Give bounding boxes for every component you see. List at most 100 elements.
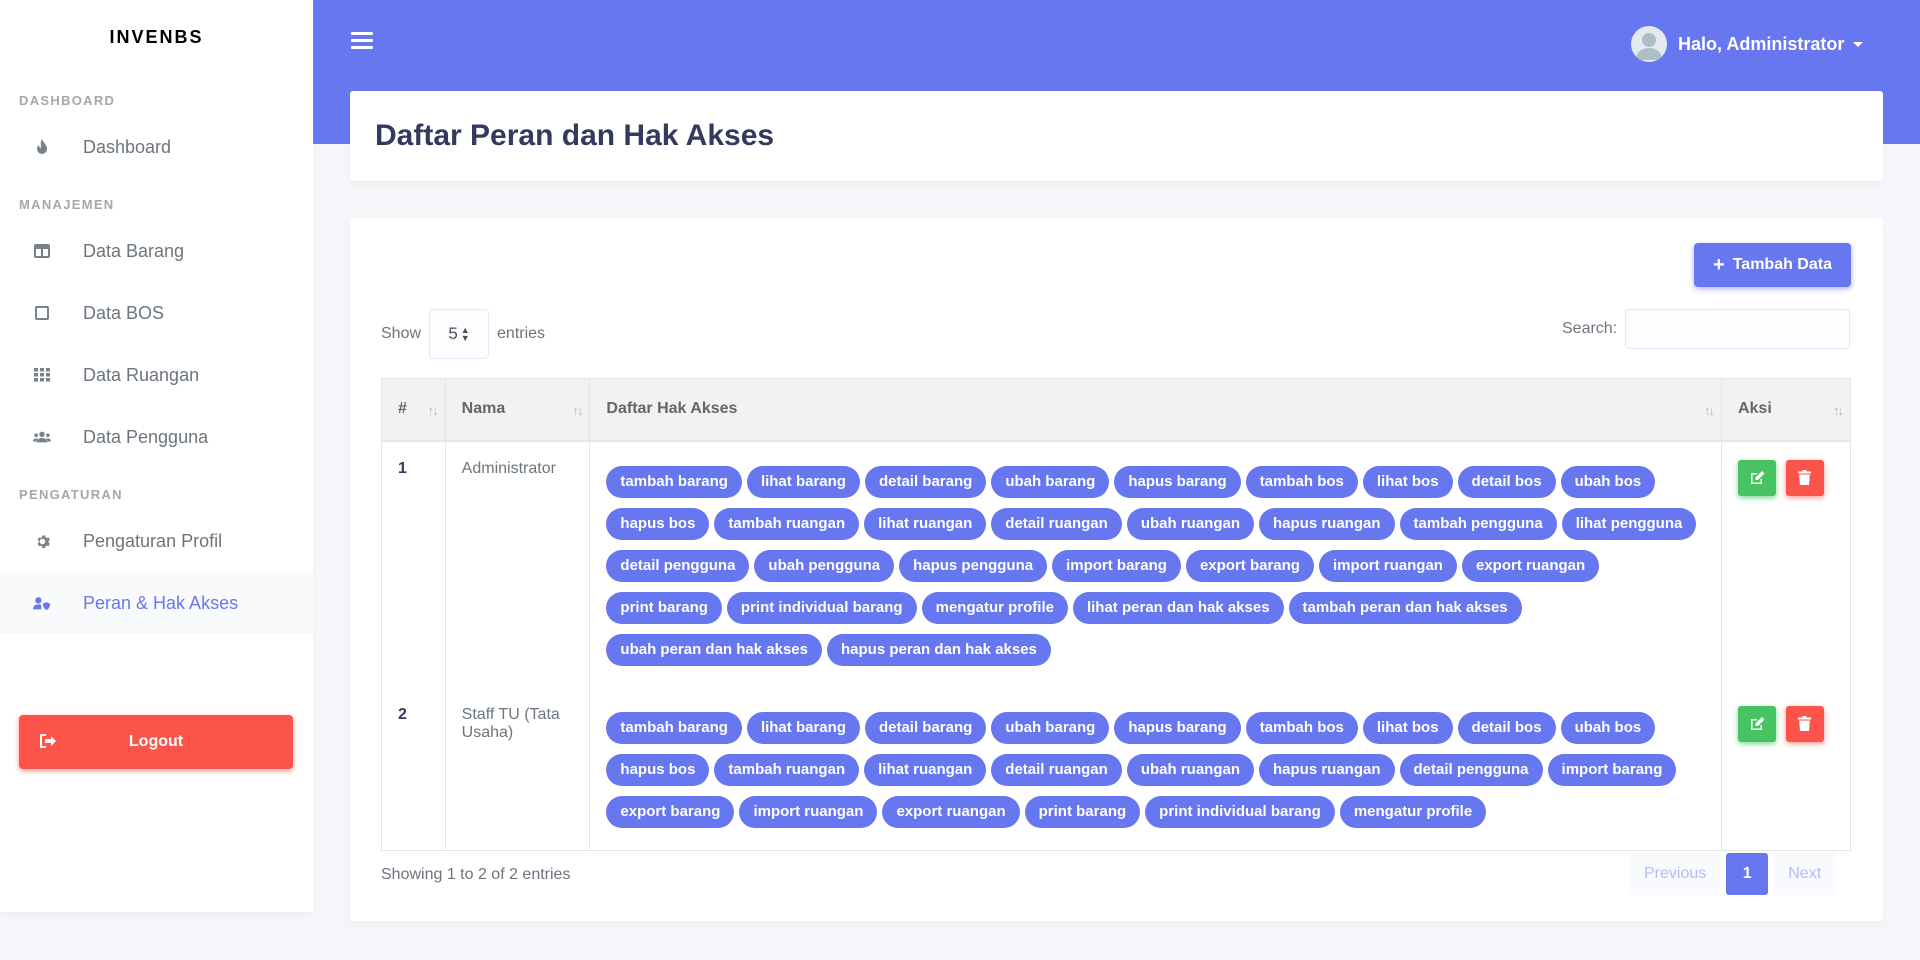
search-control: Search: — [1562, 309, 1851, 349]
permission-badge: tambah bos — [1245, 711, 1358, 744]
actions-cell — [1720, 687, 1852, 851]
table-row: 2 Staff TU (Tata Usaha) tambah barang lih… — [381, 687, 1852, 851]
plus-icon: + — [1713, 254, 1725, 276]
sidebar-item-pengaturan-profil[interactable]: Pengaturan Profil — [0, 510, 313, 572]
actions-cell — [1720, 440, 1852, 688]
edit-button[interactable] — [1737, 459, 1776, 496]
permission-badge: ubah peran dan hak akses — [606, 633, 822, 666]
permission-badge: print barang — [1024, 795, 1141, 828]
user-shield-icon — [33, 594, 51, 612]
brand-logo[interactable]: INVENBS — [0, 0, 313, 74]
delete-button[interactable] — [1785, 705, 1824, 742]
permission-badge: lihat pengguna — [1561, 507, 1697, 540]
column-header-nama[interactable]: Nama ↑↓ — [444, 378, 591, 442]
permission-badge: detail ruangan — [991, 507, 1122, 540]
permission-badge: import barang — [1547, 753, 1677, 786]
permission-badge: export barang — [606, 795, 735, 828]
permission-badge: lihat ruangan — [864, 507, 987, 540]
permission-badge: detail pengguna — [1399, 753, 1543, 786]
permission-badge: hapus ruangan — [1259, 507, 1395, 540]
logout-label: Logout — [128, 733, 184, 750]
sidebar-item-dashboard[interactable]: Dashboard — [0, 116, 313, 178]
trash-icon — [1798, 470, 1812, 485]
sort-icon: ↑↓ — [572, 403, 583, 418]
add-data-button[interactable]: + Tambah Data — [1694, 243, 1851, 287]
permission-badge: export ruangan — [1461, 549, 1600, 582]
permission-badge: print individual barang — [1145, 795, 1335, 828]
pagination-next[interactable]: Next — [1773, 853, 1837, 895]
permission-badge: import barang — [1052, 549, 1181, 582]
permission-badge: tambah bos — [1245, 465, 1358, 498]
search-label: Search: — [1562, 320, 1618, 337]
permission-badge: tambah pengguna — [1399, 507, 1557, 540]
sidebar-item-label: Peran & Hak Akses — [83, 592, 239, 613]
add-data-label: Tambah Data — [1732, 256, 1832, 273]
permission-badge: hapus bos — [606, 507, 710, 540]
permission-badge: tambah ruangan — [714, 753, 860, 786]
sidebar-item-data-pengguna[interactable]: Data Pengguna — [0, 406, 313, 468]
permission-badge: lihat ruangan — [864, 753, 987, 786]
permission-badge: ubah pengguna — [754, 549, 895, 582]
permission-badge: ubah bos — [1560, 465, 1656, 498]
section-header: Daftar Peran dan Hak Akses — [350, 91, 1883, 181]
delete-button[interactable] — [1785, 459, 1824, 496]
pagination-page[interactable]: 1 — [1726, 853, 1769, 895]
entries-control: Show 5 ▲ ▼ entries — [381, 309, 545, 359]
edit-icon — [1750, 716, 1765, 730]
permission-badge: hapus barang — [1114, 711, 1241, 744]
permission-badge: tambah barang — [606, 711, 742, 744]
grid-icon — [33, 366, 51, 384]
permissions-cell: tambah barang lihat barang detail barang ub… — [589, 687, 1722, 851]
pagination: Previous 1 Next — [1629, 853, 1837, 895]
columns-icon — [33, 242, 51, 260]
user-dropdown[interactable]: Halo, Administrator — [1631, 26, 1864, 62]
row-number: 1 — [381, 440, 446, 688]
user-greeting: Halo, Administrator — [1678, 33, 1845, 54]
permission-badge: print barang — [606, 591, 722, 624]
sidebar-item-label: Dashboard — [83, 136, 172, 157]
table-header-row: # ↑↓ Nama ↑↓ Daftar Hak Akses ↑↓ Aksi ↑↓ — [381, 378, 1852, 442]
sidebar-item-data-barang[interactable]: Data Barang — [0, 220, 313, 282]
sidebar-item-label: Data BOS — [83, 302, 165, 323]
search-input[interactable] — [1625, 309, 1851, 349]
logout-button[interactable]: Logout — [19, 715, 293, 769]
entries-label: entries — [497, 325, 546, 342]
menu-header-pengaturan: PENGATURAN — [19, 487, 123, 502]
entries-select[interactable]: 5 ▲ ▼ — [429, 309, 490, 359]
permission-badge: hapus barang — [1114, 465, 1241, 498]
column-header-aksi[interactable]: Aksi ↑↓ — [1720, 378, 1852, 442]
permission-badge: hapus bos — [606, 753, 710, 786]
role-name: Staff TU (Tata Usaha) — [444, 687, 591, 851]
permission-badge: tambah barang — [606, 465, 742, 498]
sidebar-item-data-ruangan[interactable]: Data Ruangan — [0, 344, 313, 406]
edit-button[interactable] — [1737, 705, 1776, 742]
users-icon — [33, 428, 51, 446]
permissions-cell: tambah barang lihat barang detail barang ub… — [589, 440, 1722, 688]
menu-toggle-icon[interactable] — [351, 32, 373, 54]
menu-header-manajemen: MANAJEMEN — [19, 197, 115, 212]
column-header-hak-akses[interactable]: Daftar Hak Akses ↑↓ — [589, 378, 1722, 442]
sidebar-item-data-bos[interactable]: Data BOS — [0, 282, 313, 344]
show-label: Show — [381, 325, 422, 342]
permission-badge: ubah ruangan — [1126, 753, 1254, 786]
sort-icon: ↑↓ — [1833, 403, 1844, 418]
permission-badge: lihat barang — [746, 711, 860, 744]
gear-icon — [33, 532, 51, 550]
permission-badge: tambah ruangan — [714, 507, 860, 540]
pagination-previous[interactable]: Previous — [1629, 853, 1722, 895]
sidebar-item-label: Data Pengguna — [83, 426, 209, 447]
permission-badge: import ruangan — [739, 795, 878, 828]
permission-badge: detail ruangan — [991, 753, 1122, 786]
table-info: Showing 1 to 2 of 2 entries — [381, 866, 571, 883]
column-header-number[interactable]: # ↑↓ — [381, 378, 446, 442]
permission-badge: export ruangan — [882, 795, 1020, 828]
sort-arrows-icon: ▲ ▼ — [460, 325, 470, 343]
permission-badge: export barang — [1185, 549, 1314, 582]
permission-badges: tambah barang lihat barang detail barang ub… — [606, 460, 1705, 688]
trash-icon — [1798, 716, 1812, 731]
permission-badge: detail barang — [864, 711, 987, 744]
sidebar-item-peran-hak-akses[interactable]: Peran & Hak Akses — [0, 572, 313, 634]
permission-badge: import ruangan — [1318, 549, 1457, 582]
permission-badge: detail bos — [1457, 465, 1556, 498]
permission-badge: print individual barang — [726, 591, 917, 624]
